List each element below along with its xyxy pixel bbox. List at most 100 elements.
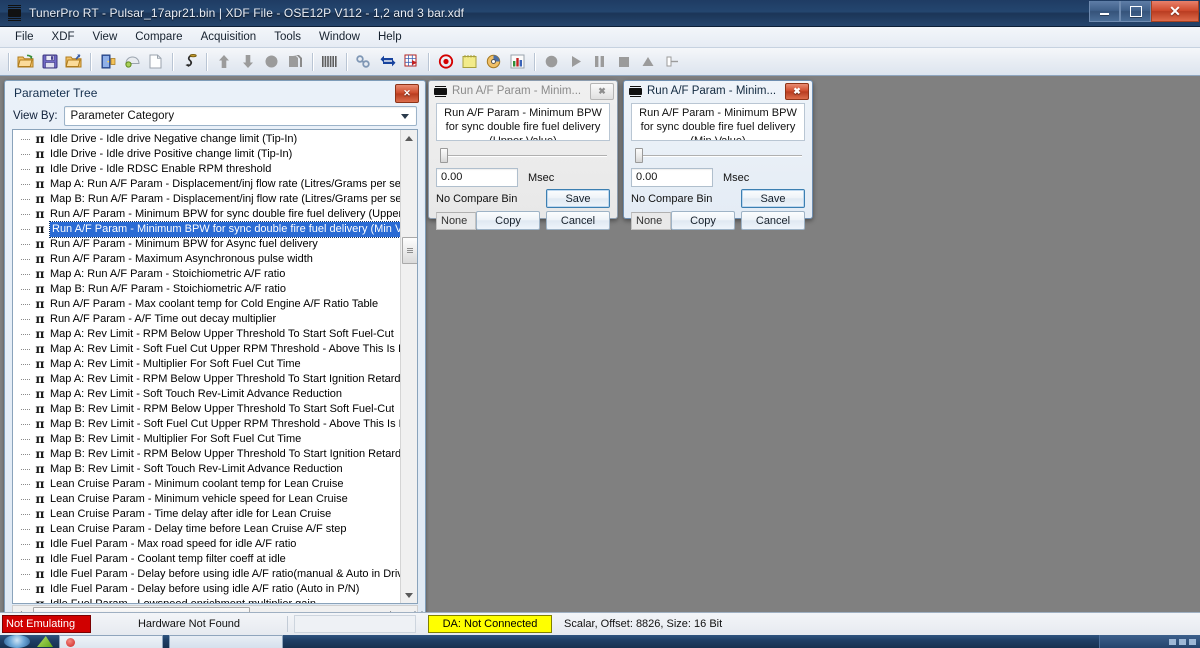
tree-item[interactable]: π Lean Cruise Param - Minimum coolant tem… [13, 477, 400, 492]
tray-icon[interactable] [1169, 638, 1176, 645]
eject-icon[interactable] [636, 50, 659, 73]
tree-item[interactable]: π Map B: Rev Limit - Multiplier For Soft … [13, 432, 400, 447]
view-by-select[interactable]: Parameter Category [63, 106, 417, 126]
open-xdf-icon[interactable] [96, 50, 119, 73]
tree-item[interactable]: π Map A: Run A/F Param - Displacement/inj… [13, 177, 400, 192]
hscroll-thumb[interactable] [33, 607, 250, 612]
parameter-tree-view[interactable]: π Idle Drive - Idle drive Negative change… [12, 129, 418, 604]
tree-item[interactable]: π Lean Cruise Param - Delay time before L… [13, 522, 400, 537]
tree-item[interactable]: π Map A: Rev Limit - Multiplier For Soft … [13, 357, 400, 372]
tree-item[interactable]: π Idle Fuel Param - Delay before using id… [13, 582, 400, 597]
value-slider[interactable] [631, 146, 805, 164]
tree-item[interactable]: π Map B: Rev Limit - Soft Fuel Cut Upper … [13, 417, 400, 432]
parameter-tree-close-button[interactable]: ✕ [395, 84, 419, 103]
play-icon[interactable] [564, 50, 587, 73]
scroll-thumb[interactable] [402, 237, 417, 264]
tree-item[interactable]: π Idle Fuel Param - Coolant temp filter c… [13, 552, 400, 567]
open-recent-icon[interactable] [62, 50, 85, 73]
chevron-left-icon[interactable] [17, 610, 22, 612]
download-icon[interactable] [236, 50, 259, 73]
close-button[interactable]: ✕ [1151, 1, 1199, 22]
maximize-button[interactable] [1120, 1, 1151, 22]
tree-item[interactable]: π Idle Fuel Param - Delay before using id… [13, 567, 400, 582]
value-slider[interactable] [436, 146, 610, 164]
save-button[interactable]: Save [741, 189, 805, 208]
hex-editor-icon[interactable] [318, 50, 341, 73]
tree-item[interactable]: π Run A/F Param - Minimum BPW for sync do… [13, 221, 400, 238]
hook-icon[interactable] [178, 50, 201, 73]
tree-item[interactable]: π Run A/F Param - Maximum Asynchronous pu… [13, 252, 400, 267]
tree-item[interactable]: πIdle Fuel Param - Lowspeed enrichment m… [13, 597, 400, 603]
parameter-tree-list[interactable]: π Idle Drive - Idle drive Negative change… [13, 130, 400, 603]
tree-vertical-scrollbar[interactable] [400, 130, 417, 603]
stop-icon[interactable] [612, 50, 635, 73]
swap-icon[interactable] [376, 50, 399, 73]
circle-icon[interactable] [260, 50, 283, 73]
record-stop-icon[interactable] [434, 50, 457, 73]
value-input[interactable]: 0.00 [436, 168, 518, 187]
dialog-close-button[interactable]: ✖ [590, 82, 614, 100]
scroll-up-button[interactable] [401, 130, 417, 146]
taskbar-item-window[interactable] [169, 635, 283, 648]
tree-item[interactable]: π Map B: Rev Limit - Soft Touch Rev-Limit… [13, 462, 400, 477]
tree-item[interactable]: π Run A/F Param - Max coolant temp for Co… [13, 297, 400, 312]
compare-tools-icon[interactable] [352, 50, 375, 73]
system-tray[interactable] [1099, 635, 1200, 648]
menu-window[interactable]: Window [310, 29, 369, 45]
tray-icon[interactable] [1189, 638, 1196, 645]
panel-resize-grip[interactable] [412, 611, 423, 612]
explorer-icon[interactable] [37, 636, 53, 647]
gauge-icon[interactable] [482, 50, 505, 73]
tree-item[interactable]: π Map A: Rev Limit - Soft Fuel Cut Upper … [13, 342, 400, 357]
menu-help[interactable]: Help [369, 29, 411, 45]
tree-item[interactable]: π Map B: Rev Limit - RPM Below Upper Thre… [13, 402, 400, 417]
taskbar-item-tunerpro[interactable] [59, 635, 163, 648]
tree-item[interactable]: π Run A/F Param - Minimum BPW for Async f… [13, 237, 400, 252]
slider-icon[interactable] [660, 50, 683, 73]
parameter-dialog-min-value[interactable]: Run A/F Param - Minim... ✖ Run A/F Param… [623, 80, 813, 230]
save-bin-icon[interactable] [38, 50, 61, 73]
minimize-button[interactable] [1089, 1, 1120, 22]
upload-icon[interactable] [212, 50, 235, 73]
tree-item[interactable]: π Idle Drive - Idle drive Negative change… [13, 132, 400, 147]
menu-xdf[interactable]: XDF [43, 29, 84, 45]
slider-thumb[interactable] [440, 148, 448, 163]
tree-item[interactable]: π Map A: Rev Limit - RPM Below Upper Thre… [13, 372, 400, 387]
tree-horizontal-scrollbar[interactable] [12, 605, 418, 612]
tray-icon[interactable] [1179, 638, 1186, 645]
menu-file[interactable]: File [6, 29, 43, 45]
tree-item[interactable]: π Map A: Rev Limit - Soft Touch Rev-Limit… [13, 387, 400, 402]
slider-thumb[interactable] [635, 148, 643, 163]
scroll-down-button[interactable] [401, 587, 417, 603]
tree-item[interactable]: π Idle Drive - Idle RDSC Enable RPM thres… [13, 162, 400, 177]
record-icon[interactable] [540, 50, 563, 73]
pause-icon[interactable] [588, 50, 611, 73]
tree-item[interactable]: π Map B: Run A/F Param - Displacement/inj… [13, 192, 400, 207]
parameter-dialog-upper-value[interactable]: Run A/F Param - Minim... ✖ Run A/F Param… [428, 80, 618, 230]
tree-item[interactable]: π Lean Cruise Param - Minimum vehicle spe… [13, 492, 400, 507]
tree-item[interactable]: π Idle Drive - Idle drive Positive change… [13, 147, 400, 162]
close-xdf-icon[interactable] [120, 50, 143, 73]
tree-item[interactable]: π Map A: Run A/F Param - Stoichiometric A… [13, 267, 400, 282]
cancel-button[interactable]: Cancel [546, 211, 610, 230]
tree-item[interactable]: π Map B: Rev Limit - RPM Below Upper Thre… [13, 447, 400, 462]
tree-item[interactable]: π Lean Cruise Param - Time delay after id… [13, 507, 400, 522]
menu-view[interactable]: View [84, 29, 127, 45]
start-button[interactable] [4, 635, 30, 648]
copy-button[interactable]: Copy [476, 211, 540, 230]
open-bin-icon[interactable] [14, 50, 37, 73]
copy-pages-icon[interactable] [284, 50, 307, 73]
tree-item[interactable]: π Run A/F Param - A/F Time out decay mult… [13, 312, 400, 327]
tree-item[interactable]: π Idle Fuel Param - Max road speed for id… [13, 537, 400, 552]
bar-chart-icon[interactable] [506, 50, 529, 73]
menu-compare[interactable]: Compare [126, 29, 191, 45]
new-file-icon[interactable] [144, 50, 167, 73]
menu-tools[interactable]: Tools [265, 29, 310, 45]
tree-item[interactable]: π Map B: Run A/F Param - Stoichiometric A… [13, 282, 400, 297]
grid-flag-icon[interactable] [400, 50, 423, 73]
save-button[interactable]: Save [546, 189, 610, 208]
menu-acquisition[interactable]: Acquisition [192, 29, 266, 45]
cancel-button[interactable]: Cancel [741, 211, 805, 230]
notes-icon[interactable] [458, 50, 481, 73]
tree-item[interactable]: π Run A/F Param - Minimum BPW for sync do… [13, 207, 400, 222]
